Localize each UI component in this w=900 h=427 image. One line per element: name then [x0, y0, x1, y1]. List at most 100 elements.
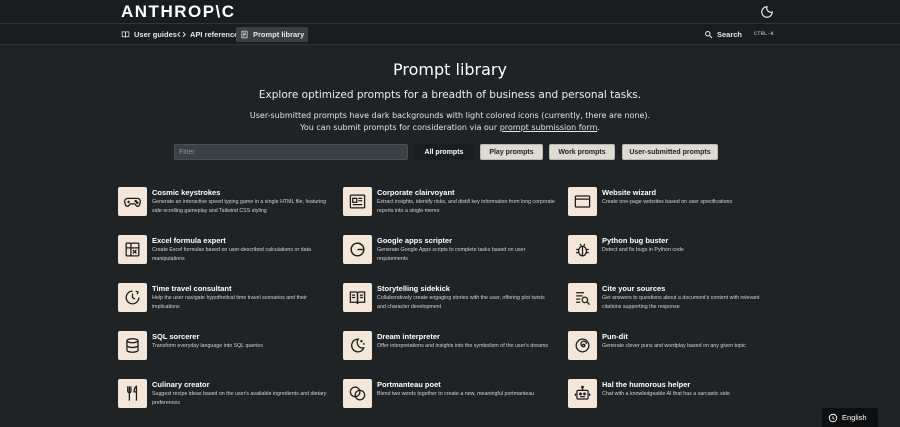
anthropic-logo[interactable]: ANTHROP\C: [121, 2, 236, 22]
card-icon-tile: [568, 187, 597, 216]
card-icon-tile: [343, 283, 372, 312]
document-search-icon: [576, 292, 591, 306]
clock-icon: [125, 290, 140, 305]
card-title: Culinary creator: [152, 380, 210, 389]
prompt-card-pun-dit[interactable]: Pun-dit Generate clever puns and wordpla…: [568, 331, 778, 375]
card-icon-tile: [343, 235, 372, 264]
gamepad-icon: [123, 197, 142, 207]
top-bar: ANTHROP\C: [0, 0, 900, 24]
card-title: Portmanteau poet: [377, 380, 441, 389]
utensils-icon: [127, 385, 138, 401]
card-title: SQL sorcerer: [152, 332, 200, 341]
prompt-card-storytelling-sidekick[interactable]: Storytelling sidekick Collaboratively cr…: [343, 283, 553, 327]
database-icon: [126, 338, 139, 353]
card-description: Generate clever puns and wordplay based …: [602, 343, 746, 349]
card-description: Collaboratively create engaging stories …: [377, 295, 545, 310]
nav-prompt-library[interactable]: Prompt library: [236, 27, 309, 42]
prompt-card-cite-your-sources[interactable]: Cite your sources Get answers to questio…: [568, 283, 778, 327]
prompt-card-portmanteau-poet[interactable]: Portmanteau poet Blend two words togethe…: [343, 379, 553, 423]
card-title: Excel formula expert: [152, 236, 226, 245]
document-icon: [241, 30, 248, 39]
card-icon-tile: [118, 235, 147, 264]
card-description: Create Excel formulas based on user-desc…: [152, 247, 311, 262]
page-description: User-submitted prompts have dark backgro…: [0, 110, 900, 134]
nav-api-reference-label: API reference: [190, 30, 239, 39]
nav-user-guides-label: User guides: [134, 30, 177, 39]
card-description: Generate an interactive speed typing gam…: [152, 199, 327, 214]
filter-input[interactable]: [174, 144, 408, 160]
card-icon-tile: [568, 283, 597, 312]
globe-icon: [828, 413, 838, 422]
main-content: Prompt library Explore optimized prompts…: [0, 46, 900, 427]
card-description: Transform everyday language into SQL que…: [152, 343, 263, 349]
language-label: English: [842, 413, 867, 422]
nav-bar: User guides API reference Prompt library…: [0, 24, 900, 45]
card-icon-tile: [568, 379, 597, 408]
card-description: Chat with a knowledgeable AI that has a …: [602, 391, 730, 397]
open-book-icon: [349, 291, 366, 304]
google-g-icon: [350, 242, 365, 257]
prompt-card-dream-interpreter[interactable]: Dream interpreter Offer interpretations …: [343, 331, 553, 375]
card-description: Generate Google Apps scripts to complete…: [377, 247, 526, 262]
prompt-submission-link[interactable]: prompt submission form: [500, 123, 598, 132]
work-prompts-button[interactable]: Work prompts: [549, 144, 615, 160]
robot-icon: [574, 385, 591, 400]
card-icon-tile: [118, 379, 147, 408]
description-line-2-text: You can submit prompts for consideration…: [300, 123, 500, 132]
prompt-card-cosmic-keystrokes[interactable]: Cosmic keystrokes Generate an interactiv…: [118, 187, 328, 231]
page-title: Prompt library: [393, 60, 507, 79]
prompt-card-website-wizard[interactable]: Website wizard Create one-page websites …: [568, 187, 778, 231]
card-icon-tile: [568, 331, 597, 360]
card-description: Suggest recipe ideas based on the user's…: [152, 391, 327, 406]
spiral-icon: [575, 338, 590, 353]
prompt-card-excel-formula-expert[interactable]: Excel formula expert Create Excel formul…: [118, 235, 328, 279]
search-shortcut: CTRL-K: [754, 30, 774, 37]
prompt-card-sql-sorcerer[interactable]: SQL sorcerer Transform everyday language…: [118, 331, 328, 375]
prompt-card-python-bug-buster[interactable]: Python bug buster Detect and fix bugs in…: [568, 235, 778, 279]
prompt-card-corporate-clairvoyant[interactable]: Corporate clairvoyant Extract insights, …: [343, 187, 555, 231]
moon-stars-icon: [351, 338, 365, 353]
play-prompts-button[interactable]: Play prompts: [480, 144, 543, 160]
page-subtitle: Explore optimized prompts for a breadth …: [258, 89, 642, 101]
card-title: Corporate clairvoyant: [377, 188, 455, 197]
description-line-2: You can submit prompts for consideration…: [0, 122, 900, 134]
card-title: Cosmic keystrokes: [152, 188, 221, 197]
report-icon: [349, 194, 366, 209]
card-title: Python bug buster: [602, 236, 669, 245]
card-description: Extract insights, identify risks, and di…: [377, 199, 555, 214]
card-description: Create one-page websites based on user s…: [602, 199, 733, 205]
book-icon: [121, 31, 130, 38]
card-description: Get answers to questions about a documen…: [602, 295, 760, 310]
overlapping-circles-icon: [349, 386, 366, 401]
card-title: Hal the humorous helper: [602, 380, 691, 389]
card-icon-tile: [343, 187, 372, 216]
nav-user-guides[interactable]: User guides: [117, 27, 181, 42]
card-title: Time travel consultant: [152, 284, 232, 293]
user-submitted-prompts-button[interactable]: User-submitted prompts: [622, 144, 718, 160]
card-description: Detect and fix bugs in Python code: [602, 247, 684, 253]
nav-prompt-library-label: Prompt library: [253, 30, 305, 39]
card-title: Google apps scripter: [377, 236, 453, 245]
prompt-card-culinary-creator[interactable]: Culinary creator Suggest recipe ideas ba…: [118, 379, 328, 423]
description-line-1: User-submitted prompts have dark backgro…: [249, 111, 651, 120]
prompt-card-time-travel-consultant[interactable]: Time travel consultant Help the user nav…: [118, 283, 328, 327]
search-button[interactable]: Search: [704, 27, 742, 42]
card-description: Blend two words together to create a new…: [377, 391, 535, 397]
card-icon-tile: [118, 331, 147, 360]
prompt-card-google-apps-scripter[interactable]: Google apps scripter Generate Google App…: [343, 235, 553, 279]
nav-api-reference[interactable]: API reference: [173, 27, 242, 42]
theme-toggle-icon[interactable]: [760, 5, 774, 19]
card-icon-tile: [343, 379, 372, 408]
all-prompts-button[interactable]: All prompts: [415, 144, 473, 160]
card-title: Dream interpreter: [377, 332, 440, 341]
card-title: Pun-dit: [602, 332, 628, 341]
spreadsheet-icon: [125, 242, 140, 257]
prompt-card-hal-the-humorous-helper[interactable]: Hal the humorous helper Chat with a know…: [568, 379, 778, 423]
card-icon-tile: [343, 331, 372, 360]
card-icon-tile: [568, 235, 597, 264]
card-title: Website wizard: [602, 188, 657, 197]
language-selector[interactable]: English: [822, 408, 878, 427]
search-icon: [705, 31, 713, 39]
bug-icon: [576, 243, 589, 257]
search-label: Search: [717, 30, 743, 39]
